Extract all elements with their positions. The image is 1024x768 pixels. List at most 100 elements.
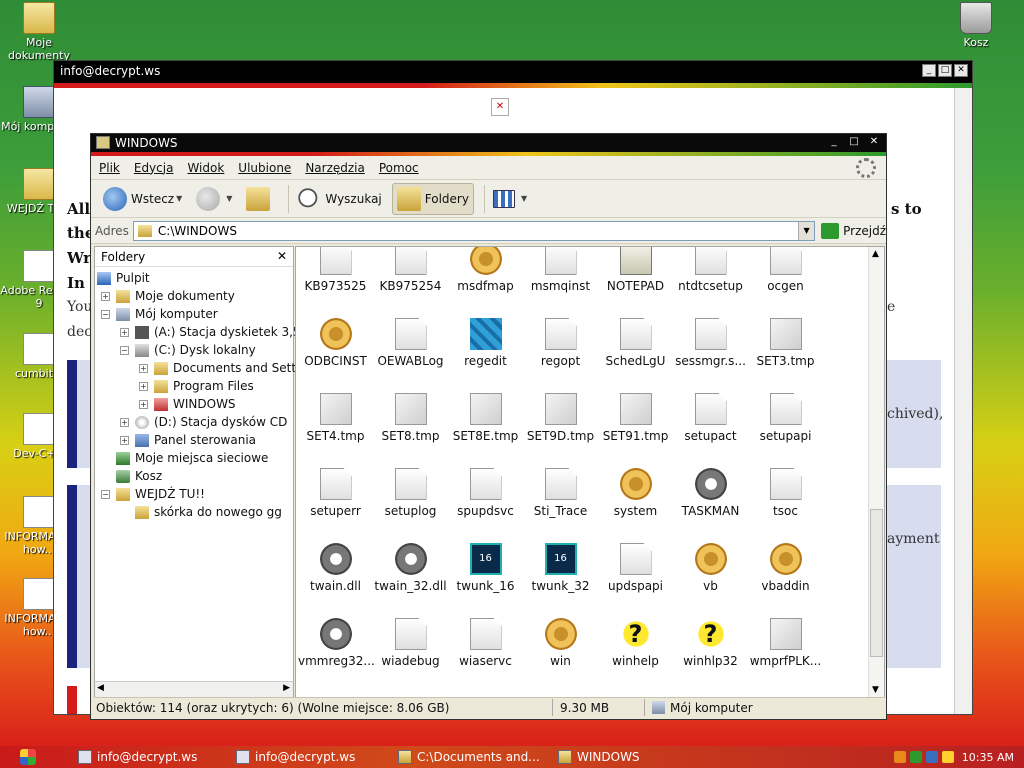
file-item[interactable]: 16 32 twunk_16	[448, 543, 523, 593]
tree-item[interactable]: + Panel sterowania	[120, 431, 256, 449]
tree-item[interactable]: Pulpit	[97, 269, 150, 287]
file-item[interactable]: system	[598, 468, 673, 518]
file-item[interactable]: setuplog	[373, 468, 448, 518]
tree-item[interactable]: − (C:) Dysk lokalny	[120, 341, 256, 359]
browser-scrollbar[interactable]	[954, 88, 972, 714]
file-item[interactable]: Sti_Trace	[523, 468, 598, 518]
expand-toggle-icon[interactable]: +	[120, 435, 129, 445]
tree-item[interactable]: skórka do nowego gg	[120, 503, 282, 521]
file-item[interactable]: win	[523, 618, 598, 668]
file-item[interactable]: SET3.tmp	[748, 318, 823, 368]
file-item[interactable]: SET8E.tmp	[448, 393, 523, 443]
tree-item[interactable]: + Documents and Settings	[139, 359, 321, 377]
file-item[interactable]: twain.dll	[298, 543, 373, 593]
close-button[interactable]: ✕	[867, 136, 881, 148]
explorer-title-bar[interactable]: WINDOWS _ □ ✕	[91, 134, 886, 152]
expand-toggle-icon[interactable]: +	[139, 381, 148, 391]
file-item[interactable]: ntdtcsetup	[673, 247, 748, 293]
file-item[interactable]: ODBCINST	[298, 318, 373, 368]
desktop-icon[interactable]: Moje dokumenty	[0, 2, 78, 62]
taskbar-item-browser-1[interactable]: info@decrypt.ws	[78, 748, 197, 766]
file-item[interactable]: SET4.tmp	[298, 393, 373, 443]
file-item[interactable]: SET8.tmp	[373, 393, 448, 443]
file-item[interactable]: tsoc	[748, 468, 823, 518]
forward-button[interactable]: ▼	[192, 183, 236, 215]
tree-item[interactable]: Moje miejsca sieciowe	[101, 449, 268, 467]
tree-item[interactable]: − WEJDŹ TU!!	[101, 485, 205, 503]
file-item[interactable]: SET91.tmp	[598, 393, 673, 443]
file-item[interactable]: updspapi	[598, 543, 673, 593]
back-dropdown-icon[interactable]: ▼	[176, 194, 182, 203]
file-item[interactable]: vbaddin	[748, 543, 823, 593]
file-item[interactable]: SET9D.tmp	[523, 393, 598, 443]
tree-item[interactable]: + (D:) Stacja dysków CD	[120, 413, 287, 431]
search-button[interactable]: Wyszukaj	[293, 183, 385, 215]
menu-ulubione[interactable]: Ulubione	[238, 161, 291, 175]
expand-toggle-icon[interactable]: −	[101, 489, 110, 499]
file-item[interactable]: twain_32.dll	[373, 543, 448, 593]
file-item[interactable]: wmprfPLK...	[748, 618, 823, 668]
expand-toggle-icon[interactable]: +	[120, 417, 129, 427]
file-item[interactable]: OEWABLog	[373, 318, 448, 368]
close-icon[interactable]: ✕	[954, 64, 968, 77]
back-button[interactable]: Wstecz ▼	[99, 183, 186, 215]
tree-item[interactable]: Kosz	[101, 467, 162, 485]
file-item[interactable]: regedit	[448, 318, 523, 368]
file-item[interactable]: spupdsvc	[448, 468, 523, 518]
scroll-left-icon[interactable]: ◀	[97, 683, 104, 693]
minimize-icon[interactable]: _	[922, 64, 936, 77]
expand-toggle-icon[interactable]: +	[101, 291, 110, 301]
expand-toggle-icon[interactable]: −	[120, 345, 129, 355]
tray-network-icon[interactable]	[909, 751, 922, 763]
tray-volume-icon[interactable]	[925, 751, 938, 763]
clock[interactable]: 10:35 AM	[962, 751, 1014, 764]
menu-edycja[interactable]: Edycja	[134, 161, 174, 175]
file-item[interactable]: SchedLgU	[598, 318, 673, 368]
expand-toggle-icon[interactable]: +	[120, 327, 129, 337]
file-item[interactable]: sessmgr.s...	[673, 318, 748, 368]
maximize-icon[interactable]: □	[938, 64, 952, 77]
file-item[interactable]: wiaservc	[448, 618, 523, 668]
taskbar-item-documents[interactable]: C:\Documents and...	[398, 748, 540, 766]
file-item[interactable]: NOTEPAD	[598, 247, 673, 293]
files-vertical-scrollbar[interactable]: ▲ ▼	[868, 247, 884, 697]
file-item[interactable]: msmqinst	[523, 247, 598, 293]
tray-search-icon[interactable]	[893, 751, 906, 763]
file-item[interactable]: 16 32 twunk_32	[523, 543, 598, 593]
tree-item[interactable]: + WINDOWS	[139, 395, 236, 413]
tree-item[interactable]: − Mój komputer	[101, 305, 218, 323]
file-item[interactable]: setupapi	[748, 393, 823, 443]
minimize-button[interactable]: _	[827, 136, 841, 148]
address-dropdown-icon[interactable]: ▼	[798, 221, 815, 240]
file-item[interactable]: KB973525	[298, 247, 373, 293]
go-button[interactable]: Przejdź	[821, 222, 886, 239]
expand-toggle-icon[interactable]: −	[101, 309, 110, 319]
views-dropdown-icon[interactable]: ▼	[521, 194, 527, 203]
tree-item[interactable]: + (A:) Stacja dyskietek 3,5	[120, 323, 301, 341]
start-button[interactable]	[0, 746, 60, 768]
scrollbar-thumb[interactable]	[870, 509, 883, 657]
file-item[interactable]: setupact	[673, 393, 748, 443]
file-item[interactable]: TASKMAN	[673, 468, 748, 518]
menu-plik[interactable]: Plik	[99, 161, 120, 175]
tree-item[interactable]: + Moje dokumenty	[101, 287, 235, 305]
file-item[interactable]: vb	[673, 543, 748, 593]
scroll-right-icon[interactable]: ▶	[283, 683, 290, 693]
file-item[interactable]: ? winhlp32	[673, 618, 748, 668]
folders-button[interactable]: Foldery	[391, 182, 474, 215]
tray-security-icon[interactable]	[941, 751, 954, 763]
file-item[interactable]: setuperr	[298, 468, 373, 518]
scroll-up-icon[interactable]: ▲	[872, 249, 879, 259]
taskbar-item-browser-2[interactable]: info@decrypt.ws	[236, 748, 355, 766]
scroll-down-icon[interactable]: ▼	[872, 685, 879, 695]
tree-item[interactable]: + Program Files	[139, 377, 254, 395]
file-item[interactable]: msdfmap	[448, 247, 523, 293]
taskbar-item-windows[interactable]: WINDOWS	[558, 748, 640, 766]
file-item[interactable]: KB975254	[373, 247, 448, 293]
forward-dropdown-icon[interactable]: ▼	[226, 194, 232, 203]
file-item[interactable]: ocgen	[748, 247, 823, 293]
expand-toggle-icon[interactable]: +	[139, 363, 148, 373]
menu-widok[interactable]: Widok	[187, 161, 224, 175]
views-button[interactable]: ▼	[489, 183, 531, 215]
file-item[interactable]: vmmreg32...	[298, 618, 375, 668]
